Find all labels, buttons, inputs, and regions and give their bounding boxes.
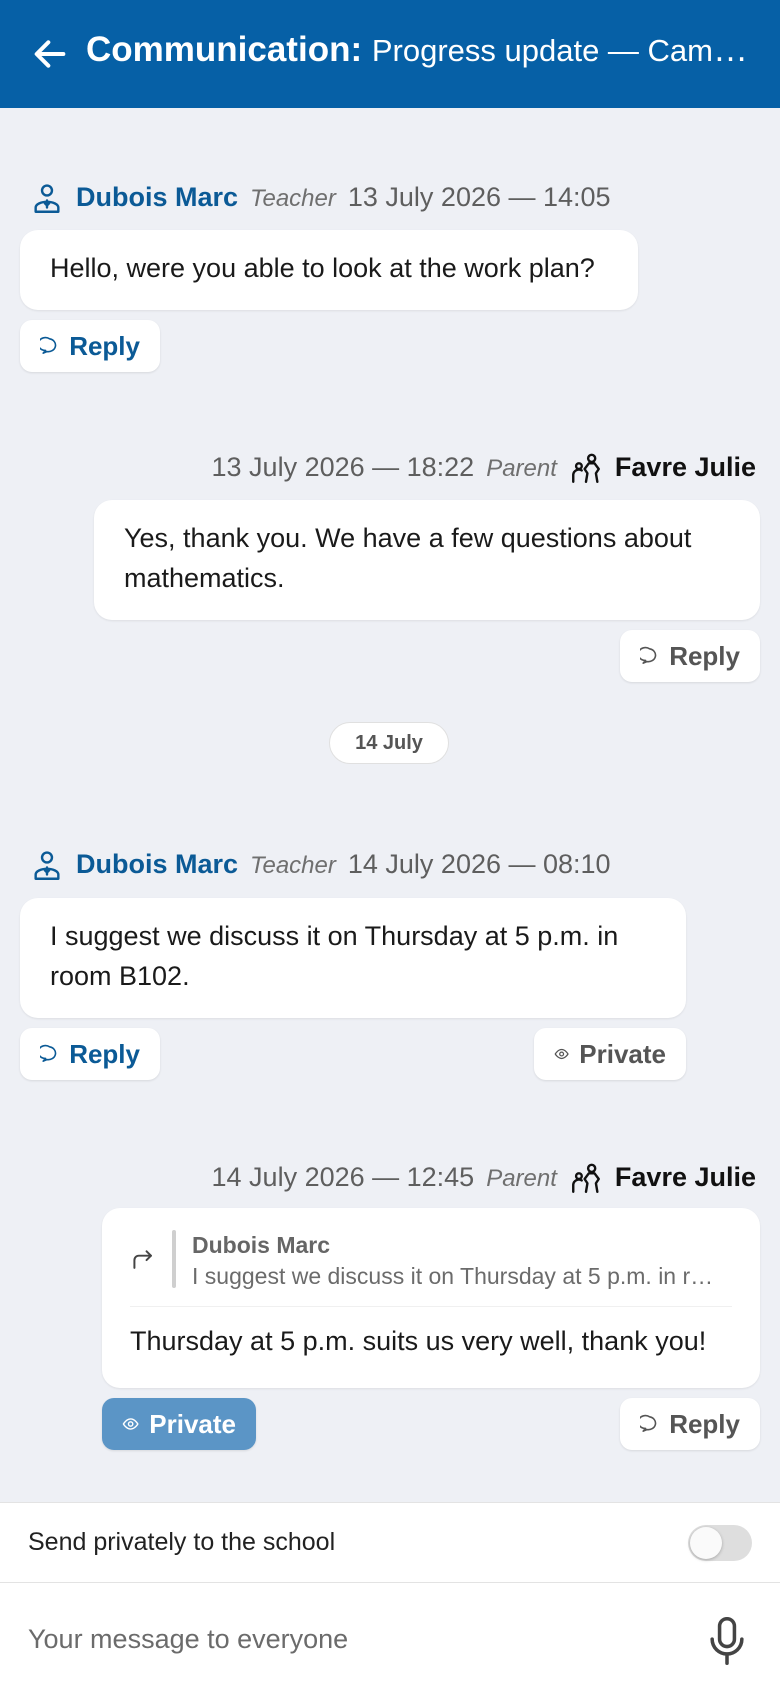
quoted-message[interactable]: Dubois Marc I suggest we discuss it on T… — [130, 1226, 732, 1307]
reply-button[interactable]: Reply — [620, 630, 760, 682]
message-role: Teacher — [250, 852, 336, 879]
reply-button[interactable]: Reply — [620, 1398, 760, 1450]
teacher-person-icon — [34, 851, 60, 880]
message-text: Hello, were you able to look at the work… — [50, 253, 595, 283]
message-author[interactable]: Favre Julie — [615, 1162, 756, 1193]
reply-button-label: Reply — [669, 640, 740, 671]
message-bubble: I suggest we discuss it on Thursday at 5… — [20, 898, 686, 1018]
reply-button[interactable]: Reply — [20, 320, 160, 372]
app-header: Communication: Progress update — Camil… — [0, 0, 780, 108]
private-toggle-button[interactable]: Private — [102, 1398, 256, 1450]
toggle-knob — [690, 1527, 722, 1559]
private-badge[interactable]: Private — [534, 1028, 686, 1080]
microphone-icon[interactable] — [704, 1615, 750, 1667]
message-timestamp: 14 July 2026 — 08:10 — [347, 849, 611, 879]
message-role: Parent — [486, 455, 557, 482]
parent-family-icon — [571, 1163, 600, 1193]
eye-icon — [554, 1048, 569, 1060]
message-text: I suggest we discuss it on Thursday at 5… — [50, 921, 619, 991]
message-bubble: Yes, thank you. We have a few questions … — [94, 500, 760, 620]
message-timestamp: 13 July 2026 — 18:22 — [211, 452, 475, 482]
reply-button-label: Reply — [669, 1408, 740, 1439]
day-separator-label: 14 July — [355, 731, 423, 754]
reply-button-label: Reply — [69, 330, 140, 361]
message-header: 14 July 2026 — 12:45 Parent Favre Julie — [212, 1162, 756, 1196]
teacher-person-icon — [34, 184, 60, 213]
speech-bubble-icon — [640, 646, 657, 664]
speech-bubble-icon — [640, 1414, 657, 1432]
forward-arrow-icon — [133, 1250, 152, 1269]
message-author[interactable]: Favre Julie — [615, 452, 756, 483]
message-header: 13 July 2026 — 18:22 Parent Favre Julie — [212, 452, 756, 486]
quote-bar — [172, 1230, 176, 1288]
private-send-label: Send privately to the school — [28, 1528, 336, 1556]
message-text: Yes, thank you. We have a few questions … — [124, 523, 692, 593]
quote-author: Dubois Marc — [192, 1232, 331, 1258]
eye-icon — [122, 1418, 139, 1430]
page-title: Communication: Progress update — Camil… — [86, 30, 750, 70]
day-separator: 14 July — [329, 722, 449, 764]
reply-button-label: Reply — [69, 1038, 140, 1069]
message-bubble: Hello, were you able to look at the work… — [20, 230, 638, 310]
message-author[interactable]: Dubois Marc — [76, 182, 238, 213]
speech-bubble-icon — [40, 1044, 57, 1062]
parent-family-icon — [571, 453, 600, 483]
private-badge-label: Private — [579, 1038, 666, 1069]
page-title-subject: Progress update — Camil… — [371, 33, 750, 68]
message-timestamp: 14 July 2026 — 12:45 — [211, 1162, 475, 1192]
message-author[interactable]: Dubois Marc — [76, 849, 238, 880]
quote-text: I suggest we discuss it on Thursday at 5… — [192, 1263, 714, 1289]
arrow-left-icon[interactable] — [30, 34, 70, 74]
page-title-label: Communication: — [86, 30, 363, 69]
private-button-label: Private — [149, 1408, 236, 1439]
speech-bubble-icon — [40, 336, 57, 354]
message-input[interactable] — [28, 1617, 688, 1661]
reply-button[interactable]: Reply — [20, 1028, 160, 1080]
message-bubble: Dubois Marc I suggest we discuss it on T… — [102, 1208, 760, 1388]
message-header: Dubois Marc Teacher 13 July 2026 — 14:05 — [30, 182, 611, 216]
message-header: Dubois Marc Teacher 14 July 2026 — 08:10 — [30, 849, 611, 883]
composer: Send privately to the school — [0, 1502, 780, 1688]
message-role: Teacher — [250, 185, 336, 212]
private-send-row: Send privately to the school — [0, 1503, 780, 1583]
message-role: Parent — [486, 1165, 557, 1192]
message-text: Thursday at 5 p.m. suits us very well, t… — [130, 1326, 707, 1356]
private-send-toggle[interactable] — [688, 1525, 752, 1561]
message-timestamp: 13 July 2026 — 14:05 — [347, 182, 611, 212]
